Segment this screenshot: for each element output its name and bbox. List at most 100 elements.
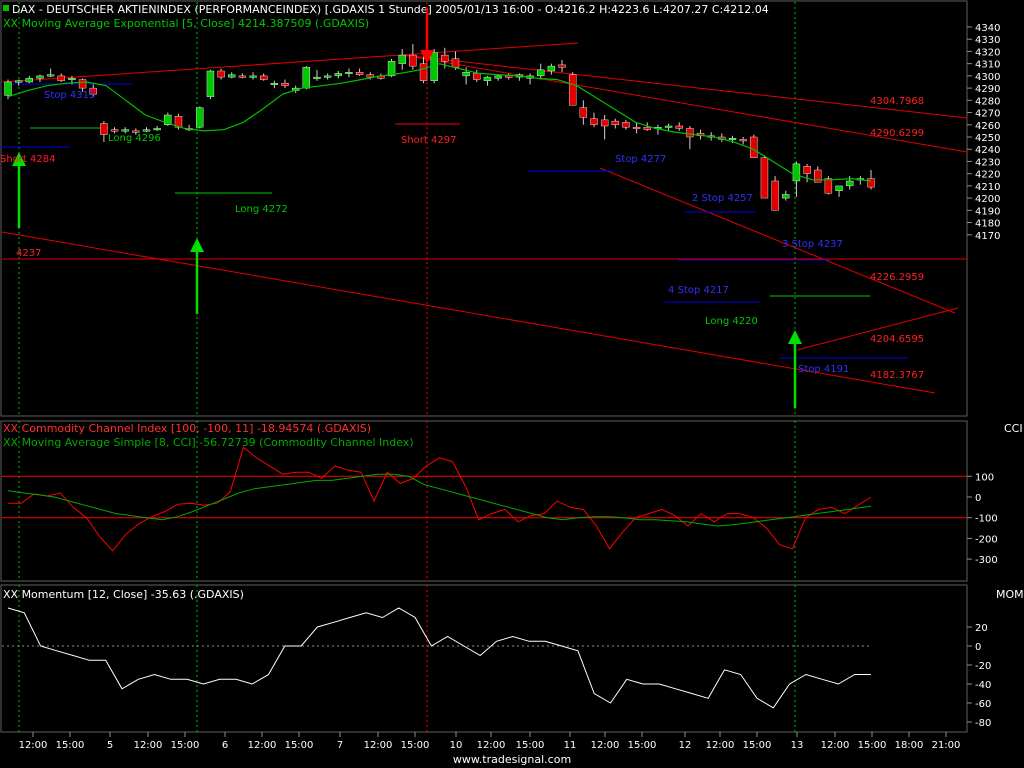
time-tick-label: 12:00 bbox=[248, 740, 277, 751]
candle-body bbox=[260, 75, 268, 80]
candle-body bbox=[845, 180, 854, 187]
time-tick-label: 15:00 bbox=[858, 740, 887, 751]
time-tick-label: 15:00 bbox=[743, 740, 772, 751]
time-tick-label: 15:00 bbox=[171, 740, 200, 751]
price-tick-label: 4320 bbox=[975, 47, 1000, 58]
candle-body bbox=[824, 178, 833, 194]
candle-body bbox=[78, 79, 87, 89]
time-tick-label: 15:00 bbox=[628, 740, 657, 751]
candle-body bbox=[867, 178, 875, 188]
candle-body bbox=[835, 185, 843, 191]
price-tick-label: 4230 bbox=[975, 157, 1000, 168]
price-tick-label: 4290 bbox=[975, 84, 1000, 95]
chart-annotation: 4237 bbox=[16, 248, 41, 259]
time-tick-label: 5 bbox=[107, 740, 113, 751]
price-tick-label: 4200 bbox=[975, 194, 1000, 205]
momentum-header-text: XX Momentum [12, Close] -35.63 (.GDAXIS) bbox=[3, 588, 244, 601]
cci-tick-label: -300 bbox=[975, 555, 998, 566]
price-tick-label: 4330 bbox=[975, 35, 1000, 46]
candle-body bbox=[217, 70, 225, 78]
candle-body bbox=[419, 63, 428, 81]
candle-body bbox=[664, 125, 673, 128]
candle-body bbox=[622, 122, 630, 128]
candle-body bbox=[643, 127, 651, 130]
momentum-tick-label: -40 bbox=[975, 680, 991, 691]
time-tick-label: 12:00 bbox=[706, 740, 735, 751]
time-tick-label: 12:00 bbox=[821, 740, 850, 751]
candle-body bbox=[366, 74, 374, 78]
candle-body bbox=[345, 72, 353, 74]
candle-body bbox=[568, 74, 577, 106]
candle-body bbox=[206, 70, 215, 97]
candle-body bbox=[355, 72, 364, 75]
candle-body bbox=[547, 65, 556, 72]
candle-body bbox=[558, 64, 566, 68]
candle-body bbox=[632, 127, 641, 129]
price-tick-label: 4170 bbox=[975, 231, 1000, 242]
candle-body bbox=[739, 139, 747, 142]
price-tick-label: 4340 bbox=[975, 23, 1000, 34]
time-tick-label: 12 bbox=[679, 740, 692, 751]
time-tick-label: 12:00 bbox=[364, 740, 393, 751]
candle-body bbox=[142, 129, 151, 132]
time-tick-label: 7 bbox=[337, 740, 343, 751]
chart-annotation: 4 Stop 4217 bbox=[668, 285, 729, 296]
candle-body bbox=[4, 81, 12, 96]
time-tick-label: 21:00 bbox=[932, 740, 961, 751]
cci-tick-label: -200 bbox=[975, 534, 998, 545]
candle-body bbox=[462, 72, 470, 77]
time-tick-label: 15:00 bbox=[56, 740, 85, 751]
time-tick-label: 12:00 bbox=[591, 740, 620, 751]
momentum-panel-label: MOM bbox=[996, 588, 1024, 601]
time-tick-label: 6 bbox=[222, 740, 228, 751]
cci-tick-label: 100 bbox=[975, 472, 994, 483]
candle-body bbox=[25, 78, 34, 83]
cci-ma-header-text: XX Moving Average Simple [8, CCI] -56.72… bbox=[3, 436, 414, 449]
candle-body bbox=[505, 75, 513, 78]
candle-body bbox=[771, 180, 779, 211]
price-tick-label: 4280 bbox=[975, 96, 1000, 107]
price-tick-label: 4240 bbox=[975, 145, 1000, 156]
candle-body bbox=[579, 107, 588, 118]
time-tick-label: 12:00 bbox=[19, 740, 48, 751]
time-tick-label: 13 bbox=[791, 740, 804, 751]
series-color-swatch bbox=[3, 5, 9, 11]
chart-annotation: 3 Stop 4237 bbox=[782, 239, 843, 250]
chart-annotation: 4304.7968 bbox=[870, 96, 924, 107]
candle-body bbox=[249, 75, 257, 78]
chart-annotation: 4182.3767 bbox=[870, 370, 924, 381]
candle-body bbox=[409, 54, 417, 67]
candle-body bbox=[334, 73, 342, 77]
candle-body bbox=[537, 69, 545, 77]
candle-body bbox=[100, 123, 108, 135]
time-tick-label: 12:00 bbox=[134, 740, 163, 751]
chart-background bbox=[0, 0, 1024, 768]
time-tick-label: 15:00 bbox=[285, 740, 314, 751]
time-tick-label: 11 bbox=[564, 740, 577, 751]
candle-body bbox=[196, 107, 204, 128]
candle-body bbox=[14, 80, 23, 83]
chart-annotation: Short 4297 bbox=[401, 135, 456, 146]
candle-body bbox=[313, 76, 321, 79]
chart-annotation: Stop 4191 bbox=[798, 364, 849, 375]
candle-body bbox=[228, 74, 236, 78]
price-tick-label: 4190 bbox=[975, 206, 1000, 217]
candle-body bbox=[600, 119, 609, 127]
price-tick-label: 4310 bbox=[975, 60, 1000, 71]
price-tick-label: 4300 bbox=[975, 72, 1000, 83]
chart-annotation: 4290.6299 bbox=[870, 128, 924, 139]
ema-header-text: XX Moving Average Exponential [5, Close]… bbox=[3, 17, 369, 30]
price-tick-label: 4250 bbox=[975, 133, 1000, 144]
chart-annotation: Stop 4315 bbox=[44, 90, 95, 101]
price-tick-label: 4180 bbox=[975, 219, 1000, 230]
momentum-tick-label: -80 bbox=[975, 718, 991, 729]
candle-body bbox=[494, 75, 502, 79]
time-tick-label: 10 bbox=[450, 740, 463, 751]
candle-body bbox=[323, 75, 332, 78]
momentum-tick-label: 0 bbox=[975, 642, 981, 653]
candle-body bbox=[675, 125, 683, 129]
candle-body bbox=[611, 120, 619, 125]
chart-annotation: Stop 4277 bbox=[615, 154, 666, 165]
time-tick-label: 12:00 bbox=[477, 740, 506, 751]
candle-body bbox=[473, 73, 481, 80]
